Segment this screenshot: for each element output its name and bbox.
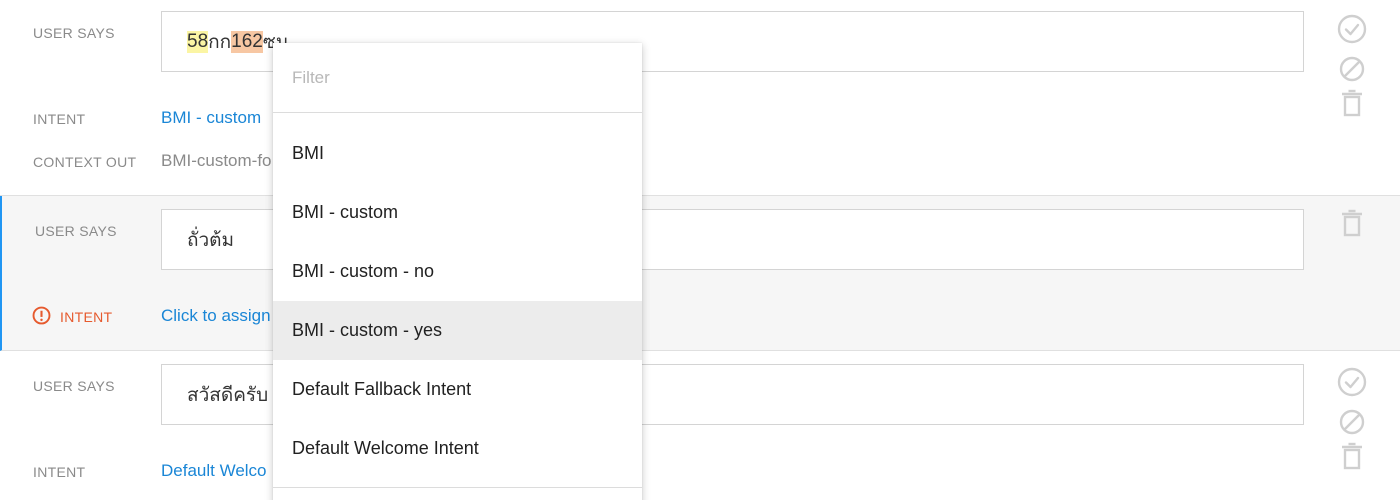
exclamation-circle-icon bbox=[32, 306, 51, 325]
check-circle-icon[interactable] bbox=[1336, 14, 1368, 44]
trash-icon[interactable] bbox=[1336, 208, 1368, 238]
assign-intent-link[interactable]: Click to assign bbox=[161, 306, 271, 326]
phrase-text: ถั่วต้ม bbox=[187, 229, 235, 251]
intent-option-list: BMI BMI - custom BMI - custom - no BMI -… bbox=[273, 124, 642, 478]
trash-icon[interactable] bbox=[1336, 88, 1368, 118]
training-page: USER SAYS 58 กก 162 ซม INTENT BMI - custom… bbox=[0, 0, 1400, 500]
entity-highlight-weight[interactable]: 58 bbox=[187, 30, 209, 53]
context-out-value: BMI-custom-fo bbox=[161, 151, 272, 170]
intent-value-link[interactable]: Default Welco bbox=[161, 461, 267, 481]
training-row-selected: USER SAYS ถั่วต้ม INTENT Click to assign bbox=[0, 196, 1400, 351]
block-icon[interactable] bbox=[1336, 54, 1368, 84]
training-row: USER SAYS 58 กก 162 ซม INTENT BMI - custom… bbox=[0, 0, 1400, 196]
intent-option-bmi-custom[interactable]: BMI - custom bbox=[273, 183, 642, 242]
trash-icon[interactable] bbox=[1336, 441, 1368, 471]
intent-label: INTENT bbox=[33, 111, 86, 127]
filter-input[interactable] bbox=[273, 43, 642, 113]
intent-label: INTENT bbox=[60, 309, 113, 325]
user-says-label: USER SAYS bbox=[33, 25, 115, 41]
user-says-label: USER SAYS bbox=[33, 378, 115, 394]
training-row: USER SAYS สวัสดีครับ INTENT Default Welc… bbox=[0, 351, 1400, 500]
phrase-text: กก bbox=[208, 31, 232, 53]
phrase-text: สวัสดีครับ bbox=[187, 384, 269, 406]
block-icon[interactable] bbox=[1336, 407, 1368, 437]
user-says-label: USER SAYS bbox=[35, 223, 117, 239]
intent-option-bmi-custom-no[interactable]: BMI - custom - no bbox=[273, 242, 642, 301]
row-actions bbox=[1336, 14, 1368, 118]
intent-option-bmi-custom-yes[interactable]: BMI - custom - yes bbox=[273, 301, 642, 360]
intent-label: INTENT bbox=[33, 464, 86, 480]
dropdown-divider bbox=[273, 487, 642, 488]
intent-dropdown: BMI BMI - custom BMI - custom - no BMI -… bbox=[273, 43, 642, 500]
check-circle-icon[interactable] bbox=[1336, 367, 1368, 397]
intent-option-default-welcome[interactable]: Default Welcome Intent bbox=[273, 419, 642, 478]
row-actions bbox=[1336, 367, 1368, 471]
intent-value-link[interactable]: BMI - custom bbox=[161, 108, 261, 128]
intent-option-bmi[interactable]: BMI bbox=[273, 124, 642, 183]
context-out-label: CONTEXT OUT bbox=[33, 154, 137, 170]
row-actions bbox=[1336, 208, 1368, 238]
intent-option-default-fallback[interactable]: Default Fallback Intent bbox=[273, 360, 642, 419]
entity-highlight-height[interactable]: 162 bbox=[231, 30, 263, 53]
